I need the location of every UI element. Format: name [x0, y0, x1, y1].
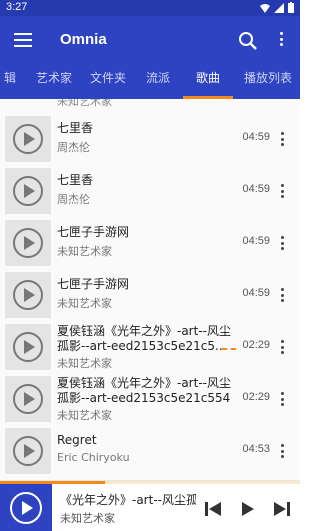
more-vert-icon[interactable] [279, 132, 285, 146]
song-artist: 未知艺术家 [57, 245, 112, 258]
play-circle-icon[interactable] [0, 484, 52, 531]
song-title: 夏侯钰涵《光年之外》-art--风尘孤影--art-eed2153c5e21c5… [57, 376, 231, 405]
play-circle-icon [5, 220, 51, 266]
battery-icon [288, 2, 294, 13]
more-vert-icon[interactable] [279, 184, 285, 198]
song-artist: 周杰伦 [57, 193, 90, 206]
wifi-icon [260, 3, 270, 13]
song-row-playing[interactable]: 夏侯钰涵《光年之外》-art--风尘孤影--art-eed2153c5e21c5… [0, 322, 300, 374]
song-row[interactable]: 七匣子手游网 未知艺术家 04:59 [0, 270, 300, 322]
tab-folders[interactable]: 文件夹 [84, 69, 132, 99]
tab-playlists[interactable]: 播放列表 [238, 69, 298, 99]
song-duration: 02:29 [242, 391, 270, 403]
song-artist: 未知艺术家 [57, 409, 112, 422]
now-playing-artist: 未知艺术家 [60, 512, 115, 525]
tab-genres[interactable]: 流派 [138, 69, 178, 99]
more-vert-icon[interactable] [279, 236, 285, 250]
tab-label: 歌曲 [195, 71, 220, 85]
song-row[interactable]: 七里香 周杰伦 04:59 [0, 166, 300, 218]
tab-label: 播放列表 [243, 71, 292, 85]
status-time: 3:27 [6, 1, 28, 13]
play-circle-icon [5, 116, 51, 162]
status-bar: 3:27 [0, 0, 300, 16]
song-row[interactable]: Regret Eric Chiryoku 04:53 [0, 426, 300, 478]
song-duration: 04:59 [242, 183, 270, 195]
mini-player[interactable]: 《光年之外》-art--风尘孤影 未知艺术家 [0, 480, 300, 531]
signal-icon [274, 2, 284, 13]
tab-songs[interactable]: 歌曲 [183, 69, 233, 99]
play-circle-icon [5, 168, 51, 214]
play-circle-icon [5, 324, 51, 370]
song-title: 七匣子手游网 [57, 225, 130, 239]
song-duration: 04:59 [242, 131, 270, 143]
play-circle-icon [5, 272, 51, 318]
song-artist: 未知艺术家 [57, 297, 112, 310]
song-title: 七匣子手游网 [57, 277, 130, 291]
song-row[interactable]: 夏侯钰涵《光年之外》-art--风尘孤影--art-eed2153c5e21c5… [0, 374, 300, 426]
tab-artists[interactable]: 艺术家 [30, 69, 78, 99]
song-duration: 04:59 [242, 287, 270, 299]
song-duration: 04:53 [242, 443, 270, 455]
song-title: 七里香 [57, 121, 94, 135]
now-playing-indicator-icon [222, 348, 236, 350]
song-title: 七里香 [57, 173, 94, 187]
play-circle-icon [5, 428, 51, 474]
play-icon[interactable] [242, 502, 254, 516]
skip-previous-icon[interactable] [205, 502, 221, 516]
song-title: Regret [57, 433, 97, 447]
song-duration: 04:59 [242, 235, 270, 247]
tab-label: 艺术家 [35, 71, 72, 85]
search-icon[interactable] [238, 31, 258, 51]
song-row[interactable]: 七里香 周杰伦 04:59 [0, 114, 300, 166]
menu-icon[interactable] [14, 33, 32, 49]
song-title: 夏侯钰涵《光年之外》-art--风尘孤影--art-eed2153c5e21c5… [57, 324, 231, 353]
more-vert-icon[interactable] [279, 288, 285, 302]
more-vert-icon[interactable] [278, 32, 284, 50]
song-list[interactable]: 未知艺术家 七里香 周杰伦 04:59 七里香 周杰伦 04:59 七匣子手游网… [0, 99, 300, 480]
tab-albums[interactable]: 辑 [0, 69, 20, 99]
more-vert-icon[interactable] [279, 340, 285, 354]
tab-bar: 辑 艺术家 文件夹 流派 歌曲 播放列表 [0, 66, 300, 99]
tab-label: 文件夹 [89, 71, 126, 85]
more-vert-icon[interactable] [279, 392, 285, 406]
song-duration: 02:29 [242, 339, 270, 351]
song-artist: 未知艺术家 [57, 357, 112, 370]
now-playing-title: 《光年之外》-art--风尘孤影 [60, 493, 196, 507]
song-row[interactable]: 七匣子手游网 未知艺术家 04:59 [0, 218, 300, 270]
tab-label: 流派 [145, 71, 170, 85]
status-icons [260, 2, 294, 13]
app-title: Omnia [60, 31, 107, 48]
skip-next-icon[interactable] [274, 502, 290, 516]
more-vert-icon[interactable] [279, 444, 285, 458]
partial-artist: 未知艺术家 [57, 99, 112, 108]
play-circle-icon [5, 376, 51, 422]
tab-label: 辑 [3, 71, 16, 85]
song-artist: 周杰伦 [57, 141, 90, 154]
app-bar: Omnia [0, 16, 300, 66]
song-artist: Eric Chiryoku [57, 451, 130, 464]
